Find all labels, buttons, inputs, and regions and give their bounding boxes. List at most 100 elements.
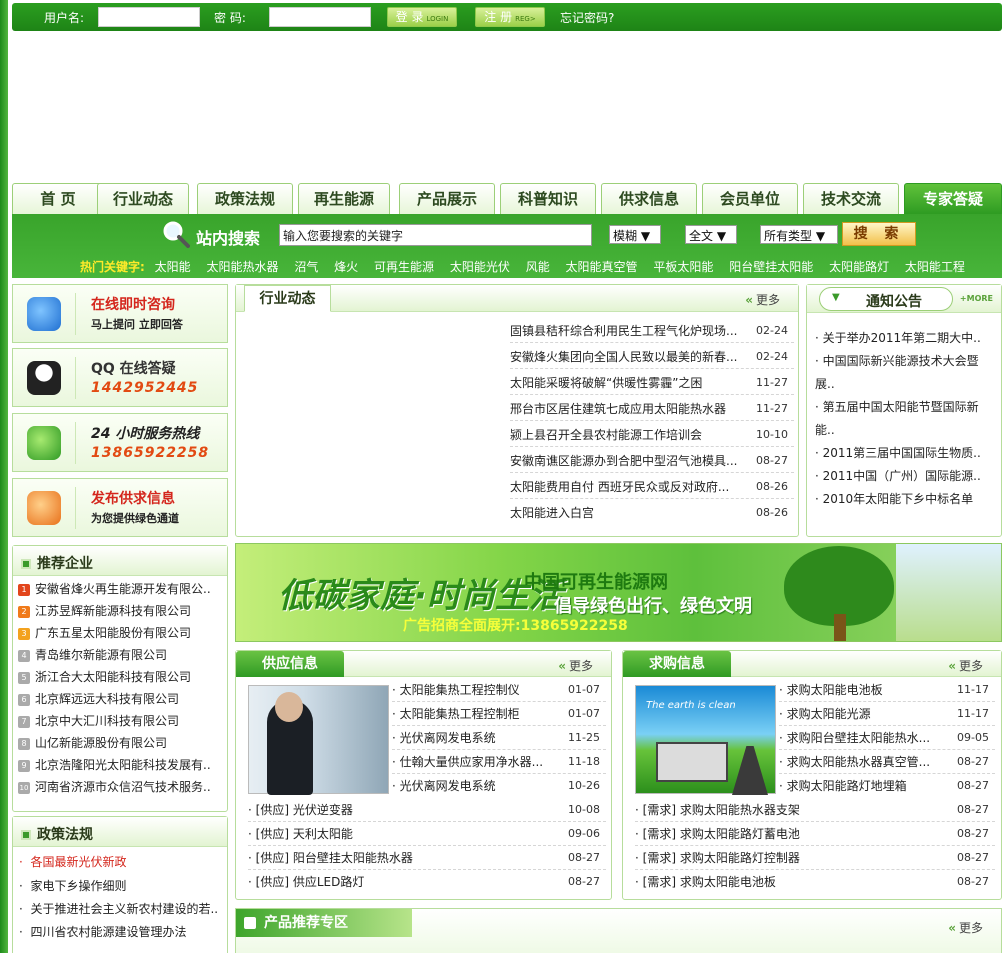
- news-item[interactable]: 邢台市区居住建筑七成应用太阳能热水器 11-27: [510, 397, 794, 421]
- hot-keyword-link[interactable]: 太阳能光伏: [450, 260, 510, 274]
- enterprise-item[interactable]: 4 青岛维尔新能源有限公司: [13, 644, 227, 666]
- tab-renewable[interactable]: 再生能源: [298, 183, 390, 214]
- hot-keyword-link[interactable]: 阳台壁挂太阳能: [729, 260, 813, 274]
- policy-item[interactable]: · 关于推进社会主义新农村建设的若..: [19, 898, 223, 920]
- service-title: 发布供求信息: [91, 491, 175, 507]
- forgot-password-link[interactable]: 忘记密码?: [560, 9, 614, 26]
- notice-item[interactable]: · 2011中国（广州）国际能源..: [815, 465, 997, 488]
- tab-expert-qa[interactable]: 专家答疑: [904, 183, 1002, 214]
- demand-item[interactable]: · 求购阳台壁挂太阳能热水... 09-05: [779, 726, 995, 750]
- news-item[interactable]: 固镇县秸秆综合利用民生工程气化炉现场... 02-24: [510, 319, 794, 343]
- hot-keyword-link[interactable]: 风能: [526, 260, 550, 274]
- tab-supply-demand[interactable]: 供求信息: [601, 183, 697, 214]
- tab-home[interactable]: 首 页: [12, 183, 104, 214]
- hot-keyword-link[interactable]: 太阳能工程: [905, 260, 965, 274]
- product-recommend-panel: 产品推荐专区 «更多: [235, 908, 1002, 953]
- supply-item[interactable]: · 太阳能集热工程控制柜 01-07: [392, 702, 606, 726]
- search-type-select[interactable]: 所有类型 ▼: [760, 225, 838, 244]
- demand-item[interactable]: · 求购太阳能电池板 11-17: [779, 678, 995, 702]
- supply-item[interactable]: · 仕翰大量供应家用净水器... 11-18: [392, 750, 606, 774]
- hot-keyword-link[interactable]: 太阳能: [155, 260, 191, 274]
- demand-photo[interactable]: The earth is clean: [635, 685, 776, 795]
- register-button[interactable]: 注 册 REG>: [475, 7, 545, 27]
- supply-item[interactable]: · 光伏离网发电系统 11-25: [392, 726, 606, 750]
- square-bullet-icon: [21, 559, 31, 569]
- enterprise-item[interactable]: 8 山亿新能源股份有限公司: [13, 732, 227, 754]
- ad-banner[interactable]: 低碳家庭·时尚生活 中国可再生能源网 倡导绿色出行、绿色文明 广告招商全面展开:…: [235, 543, 1002, 642]
- supply-photo[interactable]: [248, 685, 389, 795]
- notice-more-link[interactable]: +MORE: [960, 294, 993, 303]
- password-input[interactable]: [269, 7, 371, 27]
- tab-members[interactable]: 会员单位: [702, 183, 798, 214]
- policy-item[interactable]: · 家电下乡操作细则: [19, 874, 223, 898]
- username-input[interactable]: [98, 7, 200, 27]
- qq-answer-box[interactable]: QQ 在线答疑 1442952445: [12, 348, 228, 407]
- search-scope-select[interactable]: 全文 ▼: [685, 225, 737, 244]
- tab-policy[interactable]: 政策法规: [197, 183, 293, 214]
- news-item[interactable]: 太阳能费用自付 西班牙民众或反对政府... 08-26: [510, 475, 794, 499]
- demand-item[interactable]: · [需求] 求购太阳能电池板 08-27: [635, 870, 995, 894]
- tab-tech[interactable]: 技术交流: [803, 183, 899, 214]
- hot-keyword-link[interactable]: 平板太阳能: [653, 260, 713, 274]
- demand-item[interactable]: · [需求] 求购太阳能路灯蓄电池 08-27: [635, 822, 995, 846]
- demand-item[interactable]: · 求购太阳能光源 11-17: [779, 702, 995, 726]
- product-more-link[interactable]: «更多: [948, 919, 983, 936]
- notice-item[interactable]: · 2011第三届中国国际生物质..: [815, 442, 997, 465]
- bullet: ·: [815, 446, 823, 460]
- supply-item[interactable]: · [供应] 供应LED路灯 08-27: [248, 870, 606, 894]
- enterprise-item[interactable]: 10 河南省济源市众信沼气技术服务..: [13, 776, 227, 798]
- supply-item[interactable]: · [供应] 阳台壁挂太阳能热水器 08-27: [248, 846, 606, 870]
- enterprise-item[interactable]: 5 浙江合大太阳能科技有限公司: [13, 666, 227, 688]
- enterprise-item[interactable]: 3 广东五星太阳能股份有限公司: [13, 622, 227, 644]
- supply-item[interactable]: · 光伏离网发电系统 10-26: [392, 774, 606, 798]
- tab-industry[interactable]: 行业动态: [97, 183, 189, 214]
- demand-item[interactable]: · [需求] 求购太阳能路灯控制器 08-27: [635, 846, 995, 870]
- news-more-link[interactable]: «更多: [745, 291, 780, 308]
- demand-item[interactable]: · 求购太阳能路灯地埋箱 08-27: [779, 774, 995, 798]
- demand-more-link[interactable]: «更多: [948, 657, 983, 674]
- supply-more-link[interactable]: «更多: [558, 657, 593, 674]
- enterprise-item[interactable]: 9 北京浩隆阳光太阳能科技发展有..: [13, 754, 227, 776]
- publish-supply-box[interactable]: 发布供求信息 为您提供绿色通道: [12, 478, 228, 537]
- hot-keyword-link[interactable]: 烽火: [334, 260, 358, 274]
- online-consult-box[interactable]: 在线即时咨询 马上提问 立即回答: [12, 284, 228, 343]
- notice-item[interactable]: · 关于举办2011年第二期大中..: [815, 327, 997, 350]
- news-item[interactable]: 太阳能进入白宫 08-26: [510, 501, 794, 525]
- policy-item[interactable]: · 各国最新光伏新政: [19, 850, 223, 874]
- hot-keyword-link[interactable]: 太阳能路灯: [829, 260, 889, 274]
- demand-item[interactable]: · 求购太阳能热水器真空管... 08-27: [779, 750, 995, 774]
- demand-item-title: · 求购太阳能路灯地埋箱: [779, 779, 907, 793]
- supply-item-title: · 光伏离网发电系统: [392, 779, 496, 793]
- supply-item[interactable]: · 太阳能集热工程控制仪 01-07: [392, 678, 606, 702]
- supply-item[interactable]: · [供应] 天利太阳能 09-06: [248, 822, 606, 846]
- news-item[interactable]: 太阳能采暖将破解“供暖性雾霾”之困 11-27: [510, 371, 794, 395]
- enterprise-item[interactable]: 2 江苏昱辉新能源科技有限公司: [13, 600, 227, 622]
- search-input[interactable]: [279, 224, 592, 246]
- hot-keyword-link[interactable]: 太阳能热水器: [206, 260, 278, 274]
- hotline-box[interactable]: 24 小时服务热线 13865922258: [12, 413, 228, 472]
- hot-keyword-link[interactable]: 沼气: [294, 260, 318, 274]
- policy-item[interactable]: · 四川省农村能源建设管理办法: [19, 920, 223, 944]
- news-item[interactable]: 安徽烽火集团向全国人民致以最美的新春... 02-24: [510, 345, 794, 369]
- search-mode-select[interactable]: 模糊 ▼: [609, 225, 661, 244]
- news-item[interactable]: 颍上县召开全县农村能源工作培训会 10-10: [510, 423, 794, 447]
- notice-item[interactable]: · 2010年太阳能下乡中标名单: [815, 488, 997, 511]
- enterprise-item[interactable]: 7 北京中大汇川科技有限公司: [13, 710, 227, 732]
- search-button[interactable]: 搜 索: [842, 222, 916, 246]
- supply-item[interactable]: · [供应] 光伏逆变器 10-08: [248, 798, 606, 822]
- enterprises-list: 1 安徽省烽火再生能源开发有限公.. 2 江苏昱辉新能源科技有限公司 3 广东五星太阳…: [13, 578, 227, 810]
- demand-item[interactable]: · [需求] 求购太阳能热水器支架 08-27: [635, 798, 995, 822]
- tab-science[interactable]: 科普知识: [500, 183, 596, 214]
- notice-item[interactable]: · 第五届中国太阳能节暨国际新能..: [815, 396, 997, 442]
- news-item[interactable]: 安徽南谯区能源办到合肥中型沼气池模具... 08-27: [510, 449, 794, 473]
- hot-keyword-link[interactable]: 太阳能真空管: [566, 260, 638, 274]
- industry-news-panel: 行业动态 «更多 固镇县秸秆综合利用民生工程气化炉现场... 02-24 安徽烽火…: [235, 284, 799, 537]
- bullet: ·: [815, 354, 823, 368]
- tab-products[interactable]: 产品展示: [399, 183, 495, 214]
- hot-keyword-link[interactable]: 可再生能源: [374, 260, 434, 274]
- supply-list: · [供应] 光伏逆变器 10-08 · [供应] 天利太阳能 09-06 · [供…: [248, 798, 606, 894]
- login-button[interactable]: 登 录 LOGIN: [387, 7, 457, 27]
- enterprise-item[interactable]: 1 安徽省烽火再生能源开发有限公..: [13, 578, 227, 600]
- enterprise-item[interactable]: 6 北京辉远远大科技有限公司: [13, 688, 227, 710]
- notice-item[interactable]: · 中国国际新兴能源技术大会暨展..: [815, 350, 997, 396]
